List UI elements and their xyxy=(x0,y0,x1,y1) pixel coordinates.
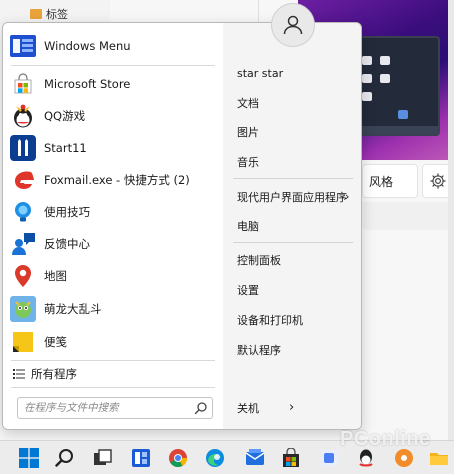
control-panel-link[interactable]: 控制面板 xyxy=(237,249,355,271)
app-label: 反馈中心 xyxy=(44,237,90,251)
mail-icon xyxy=(245,449,265,465)
background-nav-strip: 标签 xyxy=(0,0,110,24)
separator xyxy=(233,242,353,243)
preview-tile-icon xyxy=(398,110,408,119)
app-icon xyxy=(321,450,337,466)
microsoft-store-icon xyxy=(283,448,299,467)
app-item-foxmail[interactable]: Foxmail.exe - 快捷方式 (2) xyxy=(9,164,219,196)
app-item-start11[interactable]: Start11 xyxy=(9,132,219,164)
search-box xyxy=(17,397,213,419)
style-label: 风格 xyxy=(369,175,394,189)
mail-button[interactable] xyxy=(243,446,267,470)
default-programs-link[interactable]: 默认程序 xyxy=(237,339,355,361)
chrome-button[interactable] xyxy=(166,446,190,470)
app-label: 萌龙大乱斗 xyxy=(44,302,102,316)
task-view-button[interactable] xyxy=(91,446,115,470)
music-player-icon xyxy=(395,449,413,467)
app-label: 便笺 xyxy=(44,335,67,349)
shutdown-button[interactable]: 关机 › xyxy=(237,397,355,419)
gear-icon xyxy=(430,173,446,189)
start-button[interactable] xyxy=(17,446,41,470)
tips-icon xyxy=(9,198,37,226)
app-label: Windows Menu xyxy=(44,39,131,53)
preview-tile-icon xyxy=(362,92,372,101)
windows-menu-icon xyxy=(9,32,37,60)
all-programs-button[interactable]: 所有程序 xyxy=(13,365,77,383)
separator xyxy=(11,65,215,66)
start-menu-places: star star 文档 图片 音乐 现代用户界面应用程序 › 电脑 控制面板 … xyxy=(223,23,361,429)
all-programs-label: 所有程序 xyxy=(31,367,77,381)
edge-button[interactable] xyxy=(203,446,227,470)
qq-icon xyxy=(359,449,373,467)
app-button[interactable] xyxy=(317,446,341,470)
chevron-right-icon: › xyxy=(345,190,350,203)
folder-icon xyxy=(430,453,448,465)
foxmail-icon xyxy=(9,166,37,194)
start-menu: Windows Menu Microsoft Store QQ游戏 Start1… xyxy=(2,22,362,430)
app-item-sticky-notes[interactable]: 便笺 xyxy=(9,326,219,358)
separator xyxy=(11,360,215,361)
qq-games-icon xyxy=(9,102,37,130)
app-item-maps[interactable]: 地图 xyxy=(9,260,219,292)
windows-logo-icon xyxy=(19,448,39,468)
app-item-feedback-hub[interactable]: 反馈中心 xyxy=(9,228,219,260)
music-link[interactable]: 音乐 xyxy=(237,151,355,173)
computer-link[interactable]: 电脑 xyxy=(237,215,355,237)
store-button[interactable] xyxy=(279,446,303,470)
task-view-icon xyxy=(94,449,112,465)
preview-tile-icon xyxy=(380,56,390,65)
search-input[interactable] xyxy=(24,402,188,414)
folder-icon xyxy=(30,9,42,19)
app-label: Foxmail.exe - 快捷方式 (2) xyxy=(44,173,190,187)
app-label: Start11 xyxy=(44,141,87,155)
preview-tile-icon xyxy=(362,74,372,83)
maps-icon xyxy=(9,262,37,290)
separator xyxy=(233,178,353,179)
widgets-icon xyxy=(132,449,150,467)
app-item-qq-games[interactable]: QQ游戏 xyxy=(9,100,219,132)
list-icon xyxy=(13,369,25,379)
widgets-button[interactable] xyxy=(129,446,153,470)
search-icon[interactable] xyxy=(194,401,208,415)
background-folder-label: 标签 xyxy=(46,8,68,21)
start-menu-app-list: Windows Menu Microsoft Store QQ游戏 Start1… xyxy=(3,23,223,429)
start11-icon xyxy=(9,134,37,162)
preview-tile-icon xyxy=(362,56,372,65)
user-icon xyxy=(283,15,303,35)
documents-link[interactable]: 文档 xyxy=(237,92,355,114)
app-label: QQ游戏 xyxy=(44,109,86,123)
user-name-link[interactable]: star star xyxy=(237,62,355,84)
shutdown-label: 关机 xyxy=(237,402,259,415)
app-label: 使用技巧 xyxy=(44,205,90,219)
app-label: Microsoft Store xyxy=(44,77,131,91)
app-item-microsoft-store[interactable]: Microsoft Store xyxy=(9,68,219,100)
separator xyxy=(11,387,215,388)
search-icon xyxy=(55,449,73,467)
dragon-game-icon xyxy=(9,295,37,323)
preview-tile-icon xyxy=(380,74,390,83)
modern-apps-label: 现代用户界面应用程序 xyxy=(237,191,347,204)
taskbar-search-button[interactable] xyxy=(53,446,77,470)
feedback-hub-icon xyxy=(9,230,37,258)
chrome-icon xyxy=(169,449,187,468)
app-item-dragon-game[interactable]: 萌龙大乱斗 xyxy=(9,293,219,325)
app-label: 地图 xyxy=(44,269,67,283)
pictures-link[interactable]: 图片 xyxy=(237,121,355,143)
modern-apps-link[interactable]: 现代用户界面应用程序 › xyxy=(237,186,355,208)
chevron-right-icon[interactable]: › xyxy=(289,400,294,415)
app-item-windows-menu[interactable]: Windows Menu xyxy=(9,30,219,62)
microsoft-store-icon xyxy=(9,70,37,98)
devices-printers-link[interactable]: 设备和打印机 xyxy=(237,309,355,331)
watermark: PConline xyxy=(340,428,431,450)
sticky-notes-icon xyxy=(9,328,37,356)
edge-icon xyxy=(206,449,224,467)
app-item-tips[interactable]: 使用技巧 xyxy=(9,196,219,228)
background-scroll-strip xyxy=(448,0,454,440)
settings-link[interactable]: 设置 xyxy=(237,279,355,301)
background-panel xyxy=(362,202,454,230)
user-avatar[interactable] xyxy=(271,3,315,47)
